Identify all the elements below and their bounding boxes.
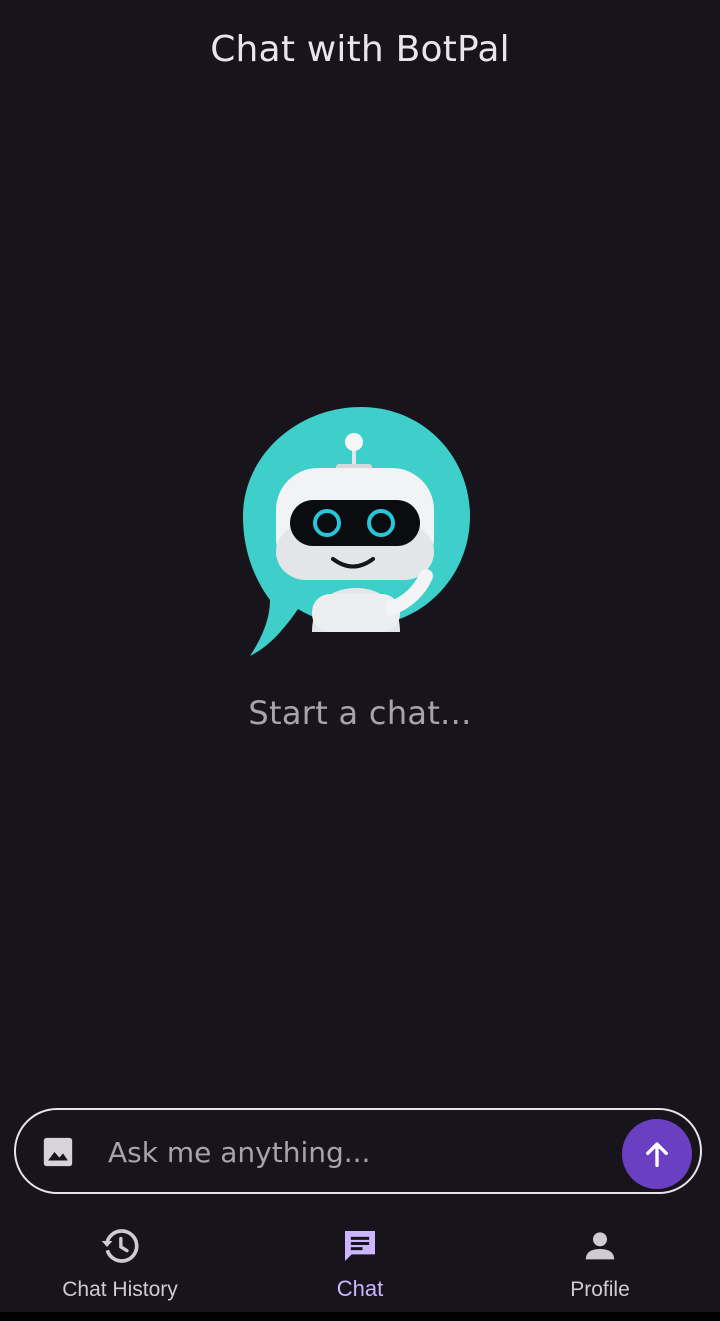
- empty-state: Start a chat...: [0, 404, 720, 732]
- person-icon: [580, 1226, 620, 1266]
- image-attach-button[interactable]: [40, 1134, 76, 1170]
- robot-chat-bubble-illustration: [243, 407, 470, 656]
- chat-icon: [340, 1226, 380, 1266]
- bottom-navigation: Chat History Chat Profile: [0, 1210, 720, 1312]
- empty-state-text: Start a chat...: [248, 694, 472, 732]
- nav-item-label: Profile: [570, 1278, 630, 1301]
- history-icon: [100, 1226, 140, 1266]
- app-bar: Chat with BotPal: [0, 0, 720, 100]
- nav-item-chat[interactable]: Chat: [240, 1210, 480, 1312]
- send-button[interactable]: [622, 1119, 692, 1189]
- app-screen: Chat with BotPal Start a chat... Ask me …: [0, 0, 720, 1321]
- arrow-up-icon: [646, 1142, 668, 1168]
- nav-item-label: Chat: [336, 1276, 384, 1301]
- nav-item-profile[interactable]: Profile: [480, 1210, 720, 1312]
- message-input[interactable]: [108, 1128, 608, 1176]
- page-title: Chat with BotPal: [210, 28, 510, 70]
- nav-item-label: Chat History: [62, 1278, 178, 1301]
- message-composer: [14, 1108, 702, 1194]
- system-nav-strip: [0, 1312, 720, 1321]
- image-icon: [43, 1137, 73, 1167]
- nav-item-chat-history[interactable]: Chat History: [0, 1210, 240, 1312]
